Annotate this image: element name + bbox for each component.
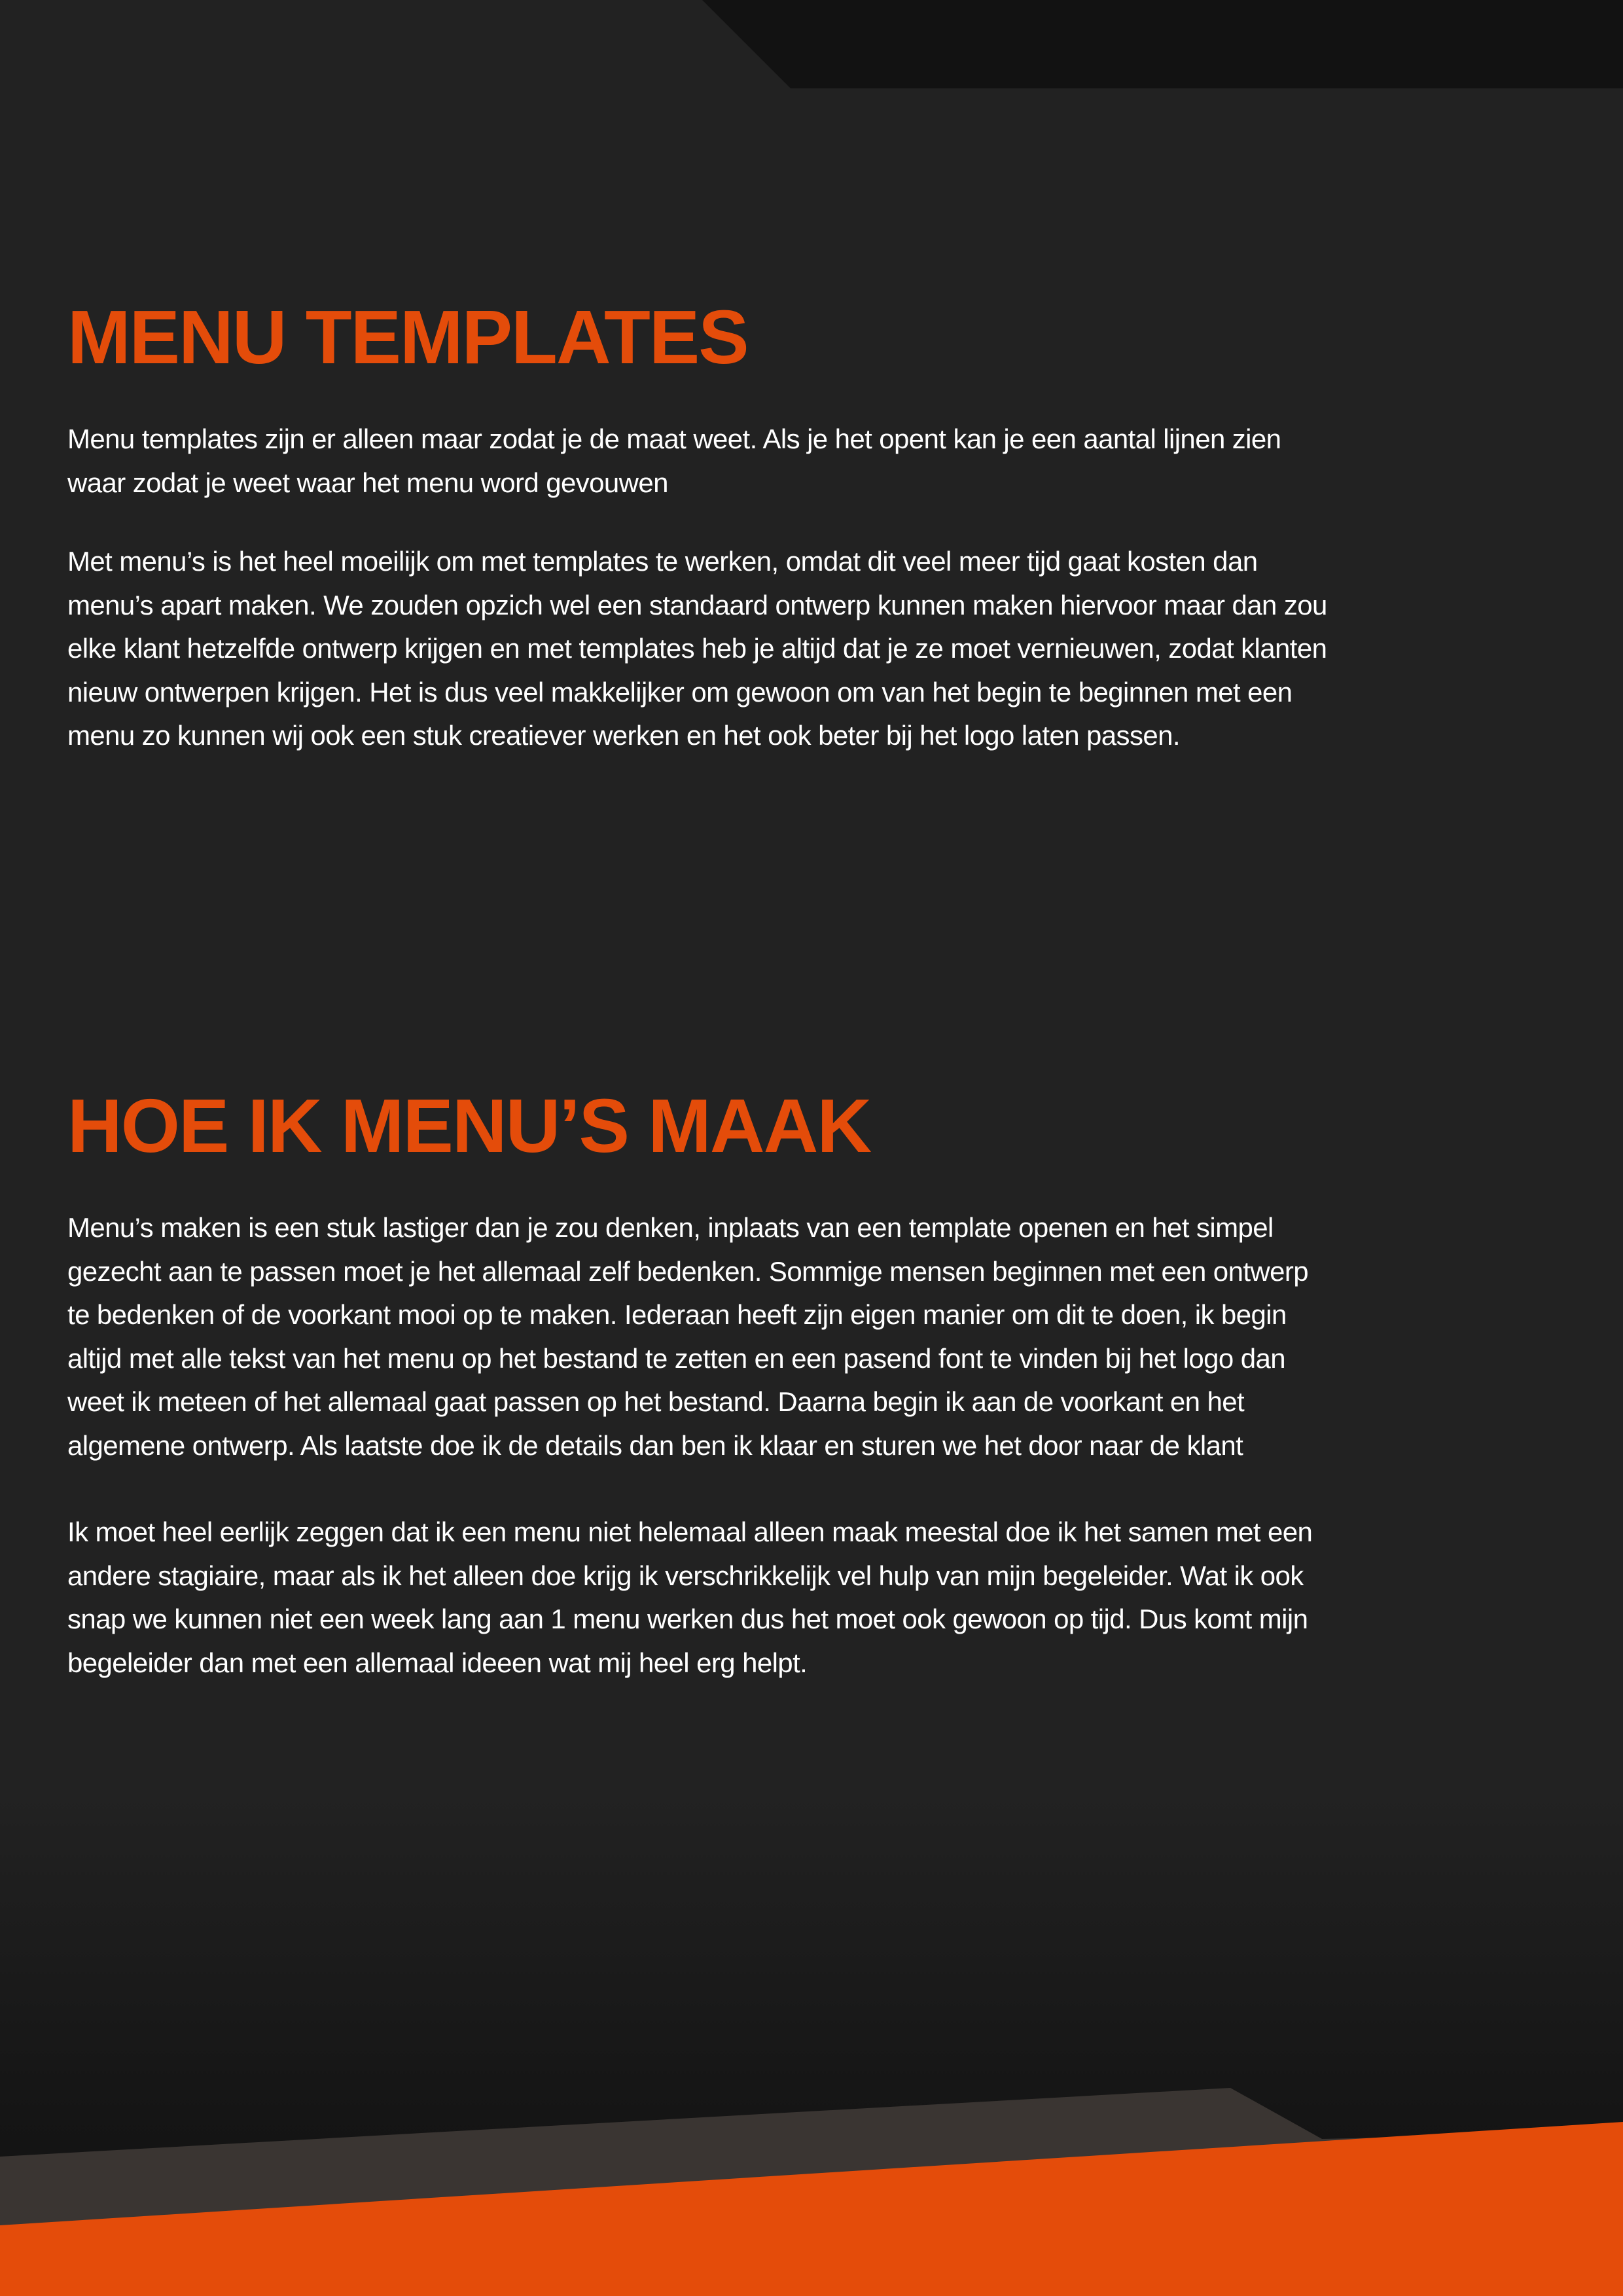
top-decorative-band: [702, 0, 1623, 88]
paragraph-menu-templates-intro: Menu templates zijn er alleen maar zodat…: [67, 423, 1281, 498]
heading-hoe-ik-menus-maak: HOE IK MENU’S MAAK: [67, 1083, 872, 1168]
section-hoe-ik-menus-maak: HOE IK MENU’S MAAK Menu’s maken is een s…: [67, 1077, 1337, 1685]
top-dark-band: [702, 0, 1623, 88]
document-page: MENU TEMPLATES Menu templates zijn er al…: [0, 0, 1623, 2296]
paragraph-hoe-ik-menus-maak-process: Menu’s maken is een stuk lastiger dan je…: [67, 1212, 1309, 1461]
paragraph-menu-templates-body: Met menu’s is het heel moeilijk om met t…: [67, 546, 1327, 751]
paragraph-hoe-ik-menus-maak-help: Ik moet heel eerlijk zeggen dat ik een m…: [67, 1516, 1313, 1678]
section-menu-templates: MENU TEMPLATES Menu templates zijn er al…: [67, 288, 1337, 758]
heading-menu-templates: MENU TEMPLATES: [67, 295, 749, 380]
bottom-decorative-band: [0, 2088, 1623, 2296]
